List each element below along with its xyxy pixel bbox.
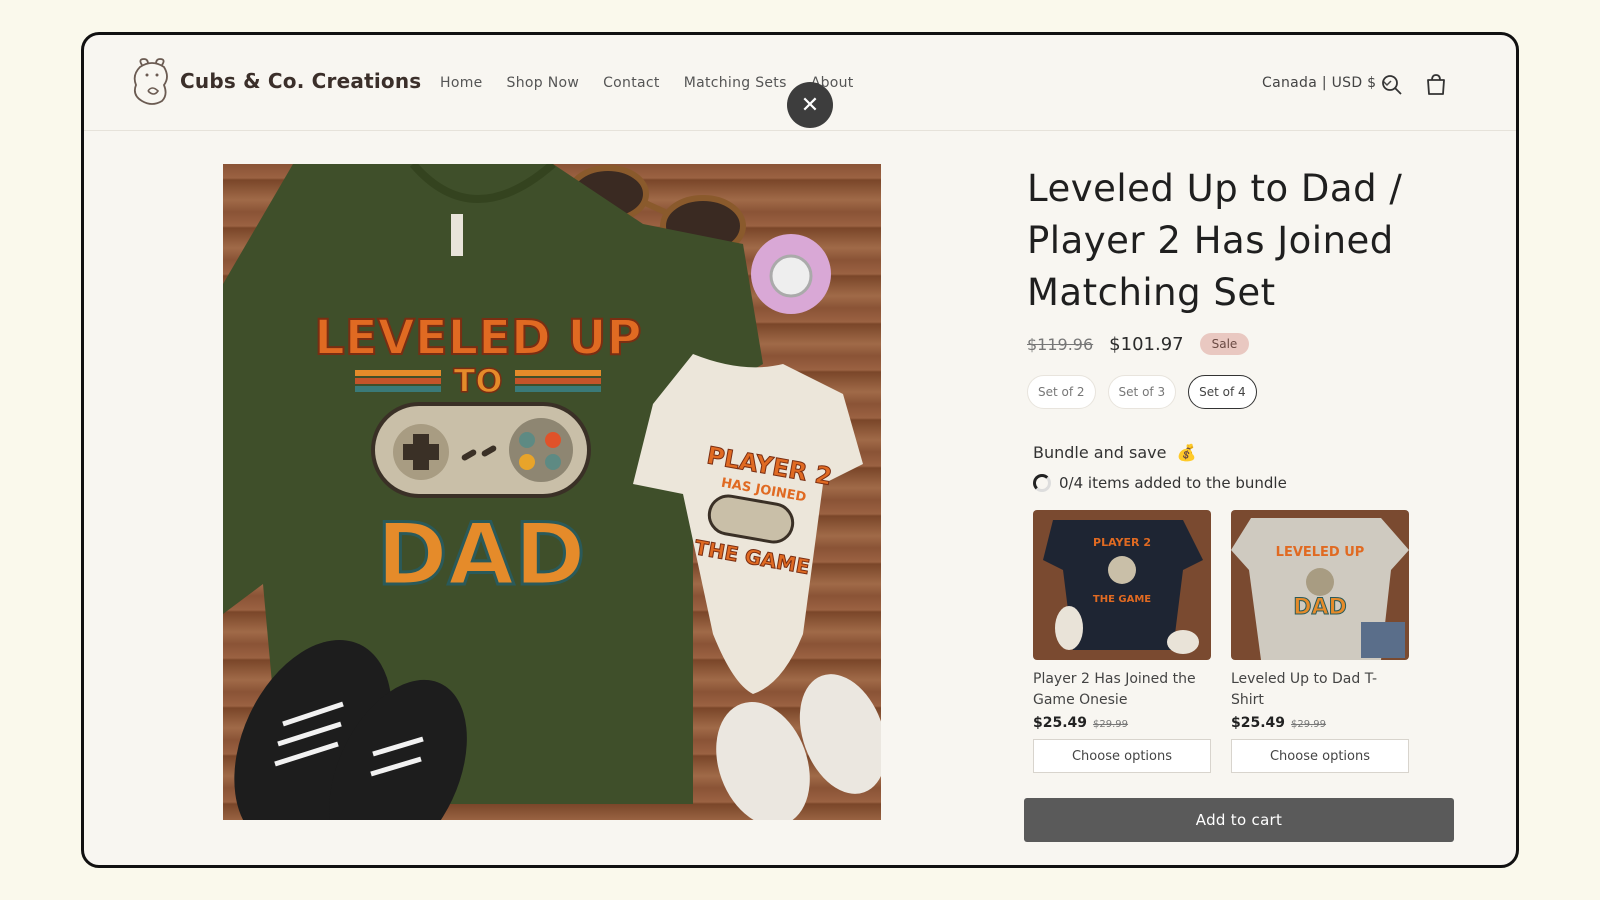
onesie-print-line3: THE GAME bbox=[1093, 594, 1151, 605]
baby-shoes-graphic bbox=[716, 674, 881, 820]
onesie-print-line1: PLAYER 2 bbox=[1093, 536, 1151, 549]
variant-set-of-2[interactable]: Set of 2 bbox=[1027, 375, 1096, 409]
shirt-text-line2: TO bbox=[453, 362, 502, 400]
tshirt-print-line1: LEVELED UP bbox=[1276, 545, 1365, 560]
pacifier-graphic bbox=[751, 234, 831, 314]
sale-badge: Sale bbox=[1199, 333, 1250, 355]
variant-picker: Set of 2 Set of 3 Set of 4 bbox=[1027, 375, 1467, 409]
bundle-item-compare-price: $29.99 bbox=[1291, 719, 1327, 730]
money-bag-icon: 💰 bbox=[1176, 443, 1197, 462]
bundle-item-name[interactable]: Leveled Up to Dad T-Shirt bbox=[1231, 669, 1409, 711]
cart-icon[interactable] bbox=[1424, 73, 1448, 97]
bundle-items: PLAYER 2 THE GAME Player 2 Has Joined th… bbox=[1033, 510, 1467, 773]
choose-options-button[interactable]: Choose options bbox=[1033, 739, 1211, 773]
bundle-title: Bundle and save 💰 bbox=[1033, 443, 1467, 462]
shirt-tag bbox=[451, 214, 463, 256]
bundle-item-price: $25.49 bbox=[1231, 715, 1286, 731]
product-photo: LEVELED UP TO DAD PLAYER 2 HAS JOINED TH… bbox=[223, 164, 881, 820]
tshirt-photo: LEVELED UP DAD bbox=[1231, 510, 1409, 660]
nav-home[interactable]: Home bbox=[440, 75, 483, 91]
brand-name: Cubs & Co. Creations bbox=[180, 69, 422, 93]
bundle-progress: 0/4 items added to the bundle bbox=[1033, 474, 1467, 492]
bundle-progress-text: 0/4 items added to the bundle bbox=[1059, 474, 1287, 492]
bundle-item-tshirt: LEVELED UP DAD Leveled Up to Dad T-Shirt… bbox=[1231, 510, 1409, 773]
compare-price: $119.96 bbox=[1027, 334, 1094, 354]
sale-price: $101.97 bbox=[1109, 333, 1184, 355]
shirt-text-line3: DAD bbox=[376, 505, 585, 605]
variant-set-of-3[interactable]: Set of 3 bbox=[1107, 375, 1177, 409]
bundle-item-price: $25.49 bbox=[1033, 715, 1088, 731]
shirt-controller-graphic bbox=[371, 402, 591, 498]
currency-label: Canada | USD $ bbox=[1262, 75, 1377, 91]
main-nav: Home Shop Now Contact Matching Sets Abou… bbox=[440, 75, 854, 91]
bundle-title-text: Bundle and save bbox=[1033, 443, 1167, 462]
variant-set-of-4[interactable]: Set of 4 bbox=[1188, 375, 1257, 409]
browser-window: Cubs & Co. Creations Home Shop Now Conta… bbox=[81, 32, 1519, 868]
progress-spinner-icon bbox=[1033, 474, 1051, 492]
product-title: Leveled Up to Dad / Player 2 Has Joined … bbox=[1027, 167, 1403, 314]
onesie-photo: PLAYER 2 THE GAME bbox=[1033, 510, 1211, 660]
close-button[interactable]: ✕ bbox=[787, 82, 833, 128]
bundle-item-onesie: PLAYER 2 THE GAME Player 2 Has Joined th… bbox=[1033, 510, 1211, 773]
price-row: $119.96 $101.97 Sale bbox=[1027, 333, 1467, 355]
bundle-item-prices: $25.49 $29.99 bbox=[1231, 715, 1409, 731]
nav-contact[interactable]: Contact bbox=[603, 75, 660, 91]
choose-options-button[interactable]: Choose options bbox=[1231, 739, 1409, 773]
currency-selector[interactable]: Canada | USD $ bbox=[1262, 75, 1392, 91]
bundle-item-prices: $25.49 $29.99 bbox=[1033, 715, 1211, 731]
product-info: Leveled Up to Dad / Player 2 Has Joined … bbox=[1027, 163, 1467, 773]
nav-matching-sets[interactable]: Matching Sets bbox=[684, 75, 787, 91]
site-header: Cubs & Co. Creations Home Shop Now Conta… bbox=[84, 35, 1516, 131]
add-to-cart-button[interactable]: Add to cart bbox=[1024, 798, 1454, 842]
close-icon: ✕ bbox=[800, 92, 820, 118]
shirt-text-line1: LEVELED UP bbox=[314, 310, 641, 366]
bundle-section: Bundle and save 💰 0/4 items added to the… bbox=[1033, 443, 1467, 773]
product-image[interactable]: LEVELED UP TO DAD PLAYER 2 HAS JOINED TH… bbox=[223, 164, 881, 820]
bear-logo-icon bbox=[133, 58, 168, 105]
search-icon[interactable] bbox=[1380, 73, 1404, 97]
logo[interactable]: Cubs & Co. Creations bbox=[128, 55, 421, 107]
bundle-item-image[interactable]: PLAYER 2 THE GAME bbox=[1033, 510, 1211, 660]
bundle-item-compare-price: $29.99 bbox=[1093, 719, 1129, 730]
bundle-item-image[interactable]: LEVELED UP DAD bbox=[1231, 510, 1409, 660]
tshirt-print-line3: DAD bbox=[1293, 595, 1347, 620]
bundle-item-name[interactable]: Player 2 Has Joined the Game Onesie bbox=[1033, 669, 1211, 711]
nav-shop-now[interactable]: Shop Now bbox=[507, 75, 580, 91]
